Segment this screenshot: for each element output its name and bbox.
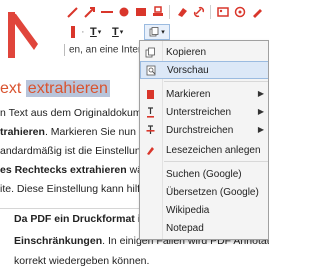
- menu-item-label: Kopieren: [166, 46, 207, 58]
- menu-item-durchstreichen[interactable]: Durchstreichen ▶: [140, 121, 268, 139]
- text-cursor-line: [64, 44, 65, 56]
- paragraph-line-2: trahieren. Markieren Sie nun ein: [0, 126, 153, 138]
- menu-item-markieren[interactable]: Markieren ▶: [140, 85, 268, 103]
- submenu-arrow-icon: ▶: [257, 125, 264, 134]
- text-strike-tool-icon[interactable]: T ▾: [107, 24, 129, 41]
- arrow-tool-icon[interactable]: [81, 4, 98, 21]
- pencil-tool-icon[interactable]: [248, 4, 265, 21]
- toolbar-separator: [210, 5, 211, 19]
- paragraph-line-5: ite. Diese Einstellung kann hilfreic: [0, 183, 157, 195]
- menu-item-kopieren[interactable]: Kopieren: [140, 43, 268, 61]
- menu-item-lesezeichen[interactable]: Lesezeichen anlegen: [140, 141, 268, 159]
- note-line-3: korrekt wiedergeben können.: [14, 255, 149, 267]
- paragraph-text: n Text aus dem Originaldokument: [0, 107, 157, 119]
- strike-text-label: T: [112, 25, 119, 38]
- menu-separator: [164, 161, 268, 162]
- line-tool-icon[interactable]: [98, 4, 115, 21]
- menu-item-wikipedia[interactable]: Wikipedia: [140, 201, 268, 219]
- menu-item-uebersetzen-google[interactable]: Übersetzen (Google): [140, 183, 268, 201]
- underline-icon: [140, 103, 160, 121]
- menu-item-label: Unterstreichen: [166, 106, 232, 118]
- text-underline-tool-icon[interactable]: T ▾: [85, 24, 107, 41]
- copy-dropdown-button[interactable]: ▾: [144, 24, 170, 40]
- copy-icon: [149, 27, 159, 37]
- menu-separator: [164, 81, 268, 82]
- circle-tool-icon[interactable]: [115, 4, 132, 21]
- menu-item-icon-empty: [140, 219, 160, 237]
- note-bold-text: Einschränkungen: [14, 235, 103, 247]
- note-text: korrekt wiedergeben können.: [14, 255, 150, 267]
- submenu-arrow-icon: ▶: [257, 89, 264, 98]
- menu-item-icon-empty: [140, 183, 160, 201]
- paragraph-text: andardmäßig ist die Einstellung: [0, 145, 150, 157]
- paragraph-text: . Markieren Sie nun ein: [44, 126, 153, 138]
- chevron-down-icon: ▾: [161, 29, 165, 36]
- paragraph-text: ite. Diese Einstellung kann hilfreic: [0, 183, 157, 195]
- toolbar-row-tools: [64, 3, 269, 21]
- image-tool-icon[interactable]: [214, 4, 231, 21]
- menu-item-vorschau[interactable]: Vorschau: [140, 61, 268, 79]
- link-tool-icon[interactable]: [190, 4, 207, 21]
- menu-item-label: Markieren: [166, 88, 211, 100]
- stamp-tool-icon[interactable]: [149, 4, 166, 21]
- copy-icon: [140, 43, 160, 61]
- rectangle-tool-icon[interactable]: [132, 4, 149, 21]
- heading-text: ext: [0, 80, 26, 97]
- menu-item-label: Vorschau: [167, 64, 209, 76]
- eraser-tool-icon[interactable]: [173, 4, 190, 21]
- paragraph-line-1: n Text aus dem Originaldokument: [0, 107, 156, 119]
- paragraph-line-3: andardmäßig ist die Einstellung Te: [0, 145, 161, 157]
- menu-item-label: Durchstreichen: [166, 124, 234, 136]
- toolbar-row-text: · T ▾ T ▾: [64, 23, 129, 41]
- menu-item-icon-empty: [140, 165, 160, 183]
- menu-item-label: Suchen (Google): [166, 168, 242, 180]
- heading-highlighted-text[interactable]: extrahieren: [25, 80, 110, 97]
- underline-text-label: T: [90, 25, 97, 38]
- menu-item-icon-empty: [140, 201, 160, 219]
- menu-item-label: Übersetzen (Google): [166, 186, 259, 198]
- menu-item-label: Lesezeichen anlegen: [166, 144, 261, 156]
- context-menu: Kopieren Vorschau Markieren ▶ Unterstrei…: [139, 40, 269, 240]
- target-tool-icon[interactable]: [231, 4, 248, 21]
- submenu-arrow-icon: ▶: [257, 107, 264, 116]
- bookmark-icon: [140, 141, 160, 159]
- preview-icon: [141, 61, 161, 79]
- menu-item-suchen-google[interactable]: Suchen (Google): [140, 165, 268, 183]
- section-heading: ext extrahieren: [0, 80, 110, 98]
- marker-tool-icon[interactable]: [265, 4, 269, 21]
- paragraph-line-4: es Rechtecks extrahieren wä: [0, 164, 143, 176]
- menu-item-notepad[interactable]: Notepad: [140, 219, 268, 237]
- toolbar-separator: [169, 5, 170, 19]
- strikethrough-icon: [140, 121, 160, 139]
- annotation-toolbar: · T ▾ T ▾ ▾: [64, 3, 269, 43]
- text-box-tool-icon[interactable]: [64, 24, 81, 41]
- pdf-document-view: · T ▾ T ▾ ▾ en, an eine Interne ext extrah…: [0, 0, 269, 270]
- menu-item-label: Notepad: [166, 222, 204, 234]
- paragraph-bold-text: es Rechtecks extrahieren: [0, 164, 127, 176]
- pen-tool-icon[interactable]: [64, 4, 81, 21]
- menu-item-label: Wikipedia: [166, 204, 210, 216]
- highlight-icon: [140, 85, 160, 103]
- menu-item-unterstreichen[interactable]: Unterstreichen ▶: [140, 103, 268, 121]
- annotation-cursor-icon: [8, 12, 38, 58]
- paragraph-bold-text: trahieren: [0, 126, 45, 138]
